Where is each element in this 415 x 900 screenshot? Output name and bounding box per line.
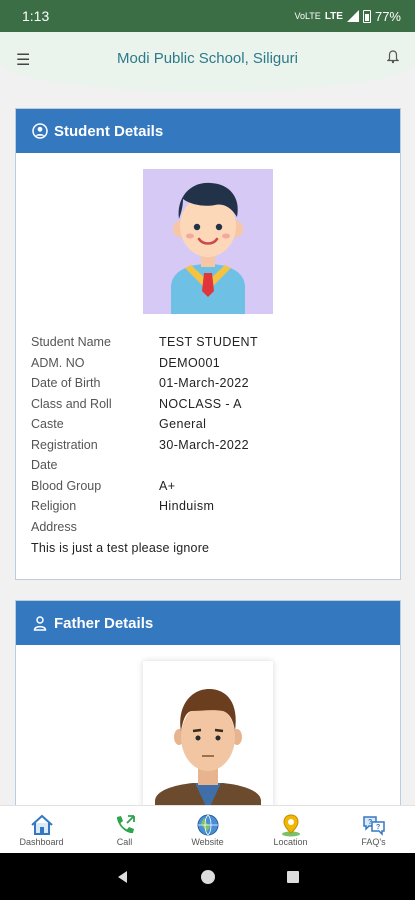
student-avatar-illustration <box>171 182 245 314</box>
status-icons: VoLTE LTE 77% <box>294 9 401 24</box>
app-header: ☰ Modi Public School, Siliguri <box>0 32 415 92</box>
nav-location[interactable]: Location <box>251 813 331 847</box>
field-row: Caste General <box>31 414 385 435</box>
student-details-body: Student Name TEST STUDENT ADM. NO DEMO00… <box>16 153 400 579</box>
nav-dashboard-label: Dashboard <box>19 836 64 847</box>
student-details-header: Student Details <box>16 109 400 153</box>
father-photo <box>143 661 273 811</box>
home-icon <box>30 814 53 835</box>
nav-website[interactable]: Website <box>168 813 248 847</box>
field-label: Blood Group <box>31 478 102 493</box>
volte-indicator: VoLTE <box>294 10 321 21</box>
student-details-title: Student Details <box>54 122 164 140</box>
field-label: ADM. NO <box>31 355 85 370</box>
nav-call-label: Call <box>116 836 133 847</box>
father-details-header: Father Details <box>16 601 400 645</box>
student-details-card: Student Details Student Name TEST STUDEN… <box>15 108 401 580</box>
student-photo <box>143 169 273 314</box>
nav-faq-label: FAQ's <box>361 836 386 847</box>
user-outline-icon <box>33 616 47 631</box>
field-row: Blood Group A+ <box>31 476 385 497</box>
nav-dashboard[interactable]: Dashboard <box>2 813 82 847</box>
field-row: Religion Hinduism <box>31 496 385 517</box>
system-navigation-bar <box>0 853 415 900</box>
field-label: Caste <box>31 417 64 431</box>
svg-text:?: ? <box>376 824 380 831</box>
bottom-navigation: Dashboard Call Website Location ? ? FAQ'… <box>0 805 415 853</box>
nav-location-label: Location <box>273 836 308 847</box>
father-avatar-illustration <box>155 689 261 811</box>
nav-faq[interactable]: ? ? FAQ's <box>334 813 414 847</box>
bell-icon[interactable] <box>387 50 399 64</box>
school-title: Modi Public School, Siliguri <box>117 50 298 67</box>
field-row: Registration Date 30-March-2022 <box>31 435 385 476</box>
status-time: 1:13 <box>22 8 50 24</box>
field-value: DEMO001 <box>159 355 221 370</box>
field-value: A+ <box>159 478 176 493</box>
signal-icon <box>346 10 359 22</box>
svg-text:?: ? <box>368 819 372 826</box>
field-label: Religion <box>31 499 77 513</box>
field-row: Address <box>31 517 385 538</box>
father-details-title: Father Details <box>54 614 154 632</box>
field-value: General <box>159 417 207 431</box>
nav-call[interactable]: Call <box>85 813 165 847</box>
user-circle-icon <box>32 123 48 139</box>
address-text: This is just a test please ignore <box>31 541 210 555</box>
field-row: ADM. NO DEMO001 <box>31 353 385 374</box>
field-row: Class and Roll NOCLASS - A <box>31 394 385 415</box>
field-label: Student Name <box>31 335 111 349</box>
location-pin-icon <box>281 813 300 836</box>
status-bar: 1:13 VoLTE LTE 77% <box>0 0 415 32</box>
home-circle-icon[interactable] <box>200 869 216 885</box>
nav-website-label: Website <box>191 836 224 847</box>
globe-icon <box>197 814 218 835</box>
main-content[interactable]: Student Details Student Name TEST STUDEN… <box>15 108 401 870</box>
recents-icon[interactable] <box>285 869 301 885</box>
field-row: Date of Birth 01-March-2022 <box>31 373 385 394</box>
field-value: 01-March-2022 <box>159 376 249 390</box>
field-label: Registration Date <box>31 437 98 473</box>
lte-indicator: LTE <box>324 10 343 22</box>
back-icon[interactable] <box>115 869 131 885</box>
faq-chat-icon: ? ? <box>362 815 385 836</box>
field-label: Address <box>31 519 77 534</box>
field-row: Student Name TEST STUDENT <box>31 332 385 353</box>
field-value: TEST STUDENT <box>159 335 259 349</box>
battery-percent: 77% <box>374 8 401 24</box>
field-value: NOCLASS - A <box>159 396 242 411</box>
field-value: 30-March-2022 <box>159 437 249 452</box>
field-label: Date of Birth <box>31 376 101 390</box>
field-value: Hinduism <box>159 499 215 513</box>
battery-icon <box>362 9 371 23</box>
field-label: Class and Roll <box>31 396 112 411</box>
phone-icon <box>116 814 135 833</box>
